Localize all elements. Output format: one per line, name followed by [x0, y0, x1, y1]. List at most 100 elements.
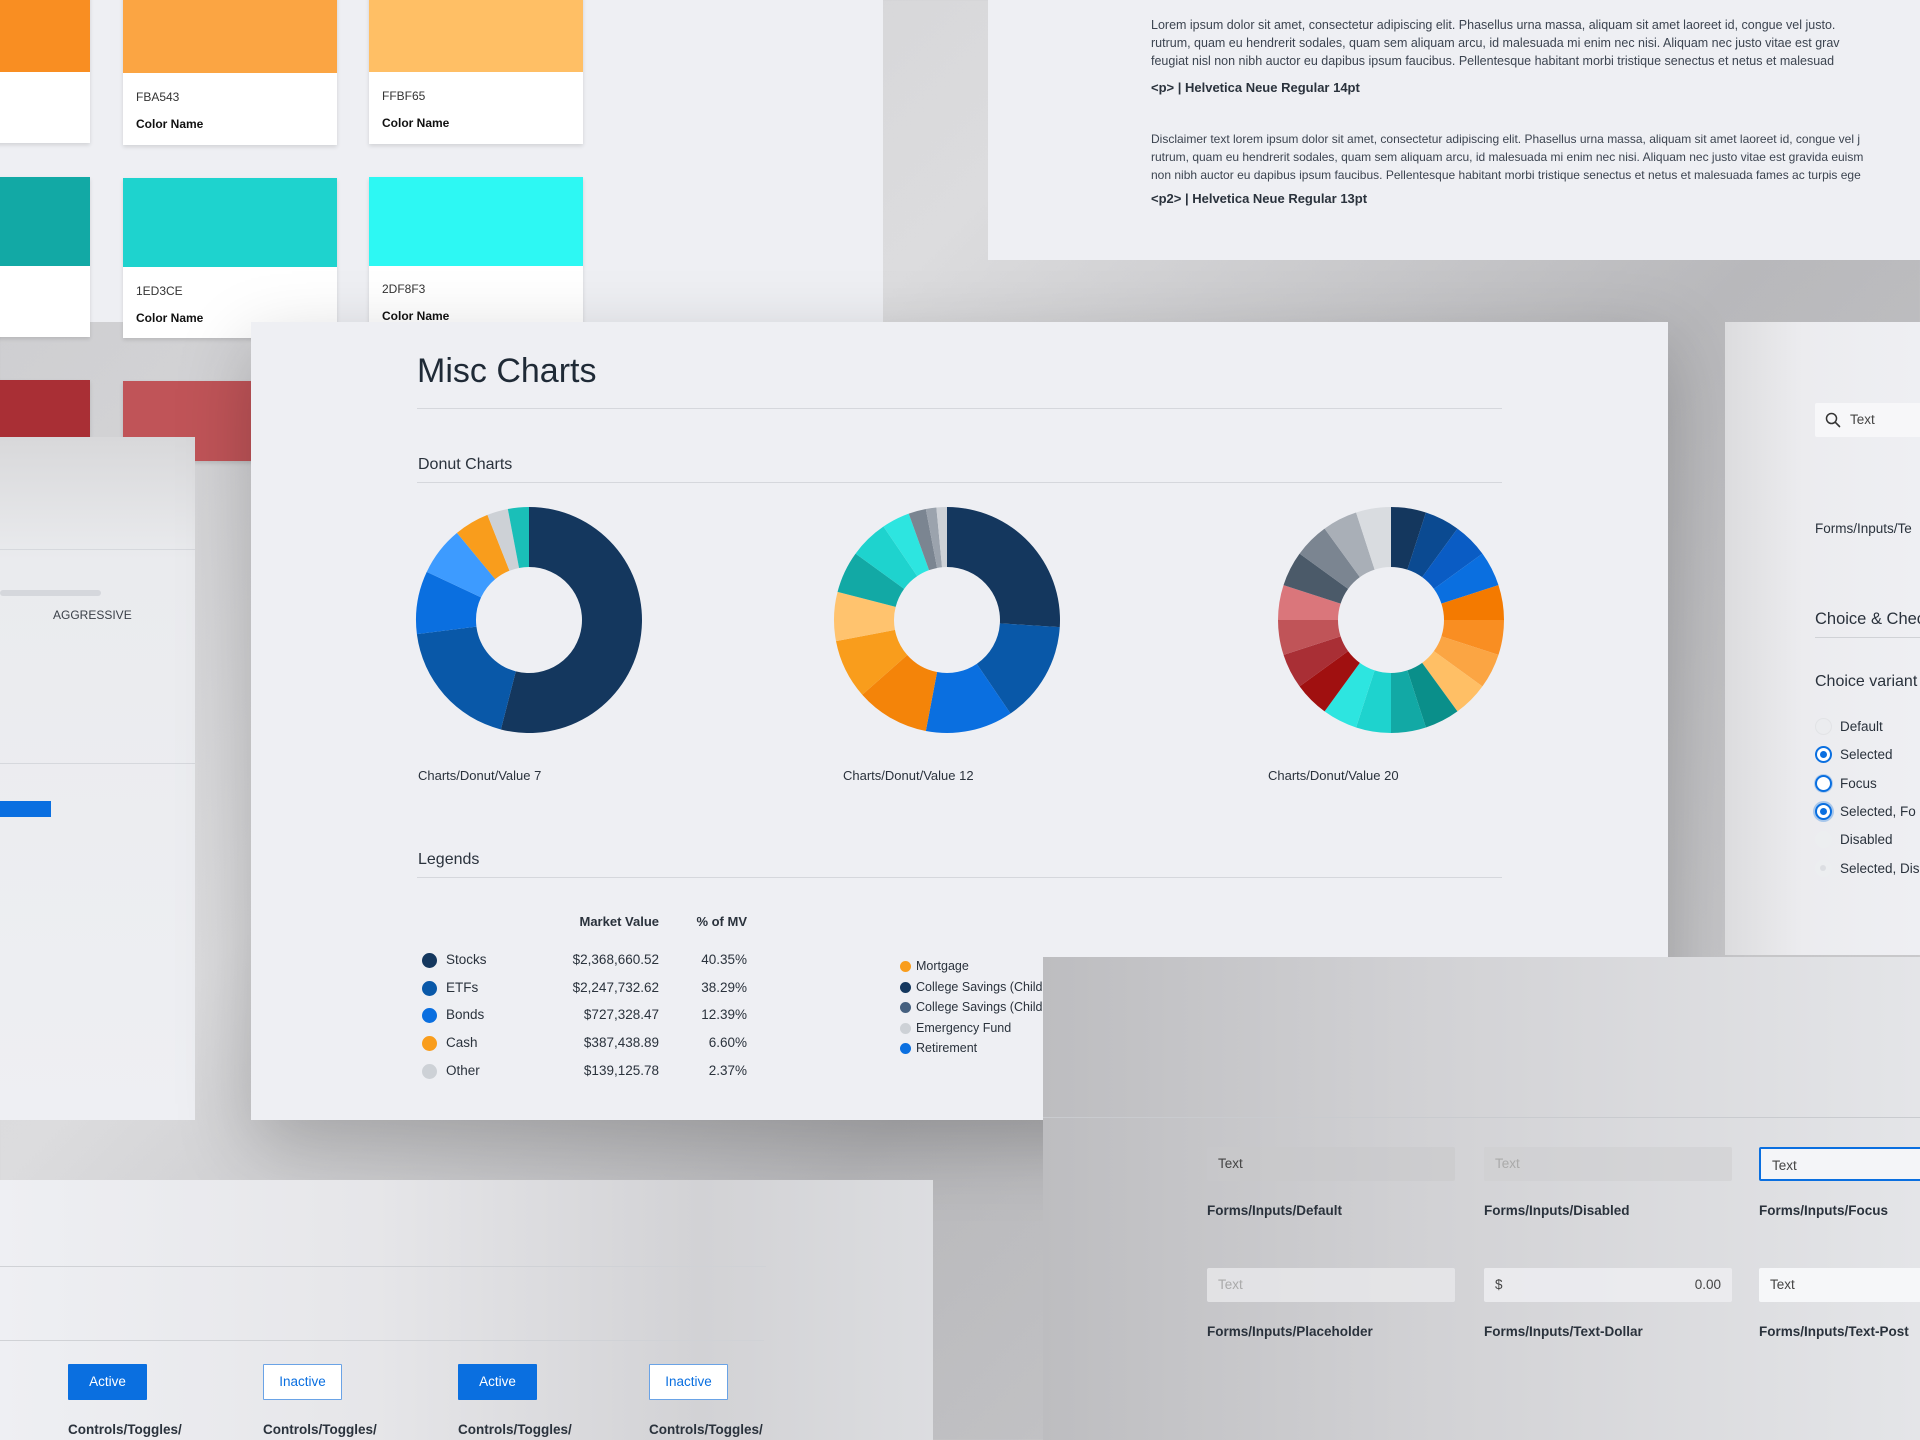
- radio-label: Default: [1840, 719, 1883, 734]
- donut-chart-20-svg: [1278, 507, 1504, 733]
- input-caption: Forms/Inputs/Text-Dollar: [1484, 1324, 1643, 1339]
- toggles-panel: Active Controls/Toggles/Inactive Controls/…: [0, 1180, 933, 1440]
- toggle-caption: Controls/Toggles/: [649, 1422, 763, 1437]
- toggle-caption: Controls/Toggles/: [68, 1422, 182, 1437]
- legend-name: College Savings (Child 1): [916, 979, 1058, 994]
- input-caption: Forms/Inputs/Placeholder: [1207, 1324, 1373, 1339]
- choice-section-title: Choice & Chec: [1815, 610, 1920, 628]
- paragraph-style-label: <p> | Helvetica Neue Regular 14pt: [1151, 80, 1360, 95]
- legend-dot-icon: [900, 981, 911, 993]
- donut-chart-7-svg: [416, 507, 642, 733]
- swatch-card: 1ED3CE Color Name: [123, 178, 337, 338]
- input-caption: Forms/Inputs/Text-Post: [1759, 1324, 1909, 1339]
- toggle-active-button[interactable]: Active: [458, 1364, 537, 1400]
- text-input-disabled: Text: [1484, 1147, 1732, 1181]
- legend-pct: 2.37%: [708, 1062, 747, 1078]
- donut-chart-20: [1276, 505, 1506, 735]
- text-input-default[interactable]: Text: [1207, 1147, 1455, 1181]
- text-input-focus[interactable]: Text: [1759, 1147, 1920, 1181]
- paragraph-line: rutrum, quam eu hendrerit sodales, quam …: [1151, 150, 1864, 164]
- disclaimer-sample: Disclaimer text lorem ipsum dolor sit am…: [1151, 130, 1920, 184]
- progress-bar-fill: [0, 801, 51, 817]
- swatch-hex: 2DF8F3: [382, 282, 426, 296]
- input-caption: Forms/Inputs/Disabled: [1484, 1203, 1630, 1218]
- divider: [0, 1340, 764, 1341]
- legend-list-item: College Savings (Child 2): [899, 997, 1057, 1018]
- divider: [0, 763, 195, 764]
- toggle-caption: Controls/Toggles/: [263, 1422, 377, 1437]
- legend-list: Mortgage College Savings (Child 1) College…: [899, 956, 1057, 1059]
- legend-dot-icon: [900, 1022, 911, 1034]
- toggle-inactive-button[interactable]: Inactive: [649, 1364, 728, 1400]
- swatch-card: [0, 177, 90, 337]
- input-value: Text: [1495, 1156, 1520, 1171]
- donut-slice: [416, 626, 516, 730]
- search-input[interactable]: Text: [1815, 403, 1920, 437]
- paragraph-line: Lorem ipsum dolor sit amet, consectetur …: [1151, 18, 1836, 32]
- radio-button[interactable]: [1815, 746, 1832, 764]
- swatch-color: [123, 178, 337, 267]
- donut-caption: Charts/Donut/Value 12: [843, 768, 974, 783]
- legend-market-value: $727,328.47: [583, 1007, 659, 1023]
- donut-chart-12-svg: [834, 507, 1060, 733]
- legend-dot-icon: [900, 1002, 911, 1013]
- legend-dot-icon: [422, 980, 437, 996]
- swatch-card: FFBF65 Color Name: [369, 0, 583, 144]
- swatch-hex: FBA543: [136, 90, 180, 104]
- section-divider: [417, 482, 1502, 483]
- swatch-name: Color Name: [382, 309, 450, 323]
- input-value: Text: [1218, 1156, 1243, 1171]
- donut-section-title: Donut Charts: [418, 456, 513, 473]
- donut-caption: Charts/Donut/Value 7: [418, 768, 542, 783]
- input-value: Text: [1770, 1277, 1795, 1292]
- input-caption: Forms/Inputs/Default: [1207, 1203, 1343, 1218]
- radio-label: Disabled: [1840, 832, 1893, 848]
- swatch-name: Color Name: [382, 116, 450, 130]
- legend-dot-icon: [422, 953, 437, 968]
- paragraph-line: non nibh auctor eu dapibus ipsum faucibu…: [1151, 168, 1861, 182]
- toggle-inactive-button[interactable]: Inactive: [263, 1364, 342, 1400]
- radio-button[interactable]: [1815, 859, 1832, 877]
- radio-label: Focus: [1840, 775, 1877, 791]
- legend-name: ETFs: [446, 979, 479, 995]
- divider: [0, 549, 195, 550]
- legend-market-value: $2,368,660.52: [572, 952, 659, 967]
- legends-section-title: Legends: [418, 851, 480, 868]
- toggle-caption: Controls/Toggles/: [458, 1422, 572, 1437]
- risk-slider-panel: AGGRESSIVE: [0, 437, 195, 1120]
- slider-track[interactable]: [0, 590, 101, 596]
- legend-dot-icon: [422, 1063, 437, 1079]
- legend-dot-icon: [422, 1008, 437, 1024]
- paragraph-line: Disclaimer text lorem ipsum dolor sit am…: [1151, 132, 1860, 146]
- legend-list-item: Mortgage: [899, 956, 1057, 977]
- text-input-dollar[interactable]: $0.00: [1484, 1268, 1732, 1302]
- legend-name: Other: [446, 1062, 480, 1078]
- radio-label: Selected, Dis: [1840, 860, 1920, 876]
- radio-button[interactable]: [1815, 831, 1832, 849]
- legend-table-row: Bonds $727,328.47 12.39%: [417, 1004, 747, 1026]
- legend-list-item: Retirement: [899, 1038, 1057, 1059]
- swatch-card: FBA543 Color Name: [123, 0, 337, 145]
- input-caption: Forms/Inputs/Focus: [1759, 1203, 1889, 1218]
- legend-pct: 6.60%: [708, 1035, 747, 1051]
- title-divider: [417, 408, 1502, 409]
- paragraph2-style-label: <p2> | Helvetica Neue Regular 13pt: [1151, 191, 1368, 206]
- toggle-active-button[interactable]: Active: [68, 1364, 147, 1400]
- swatch-color: [369, 0, 583, 72]
- radio-button[interactable]: [1815, 774, 1832, 792]
- legend-dot-icon: [900, 1043, 911, 1054]
- legend-table-row: Stocks $2,368,660.52 40.35%: [417, 949, 747, 971]
- text-input-placeholder[interactable]: Text: [1207, 1268, 1455, 1302]
- radio-button[interactable]: [1815, 802, 1832, 820]
- search-icon: [1825, 412, 1841, 428]
- legend-market-value: $2,247,732.62: [572, 979, 659, 995]
- legend-name: Retirement: [916, 1041, 978, 1055]
- swatch-color: [0, 0, 90, 72]
- divider: [1815, 637, 1920, 638]
- radio-button[interactable]: [1815, 718, 1832, 735]
- text-input-post[interactable]: Text: [1759, 1268, 1920, 1302]
- swatch-card: 2DF8F3 Color Name: [369, 177, 583, 337]
- legend-name: College Savings (Child 2): [916, 1000, 1058, 1014]
- legend-name: Stocks: [446, 952, 487, 967]
- donut-caption: Charts/Donut/Value 20: [1268, 768, 1399, 783]
